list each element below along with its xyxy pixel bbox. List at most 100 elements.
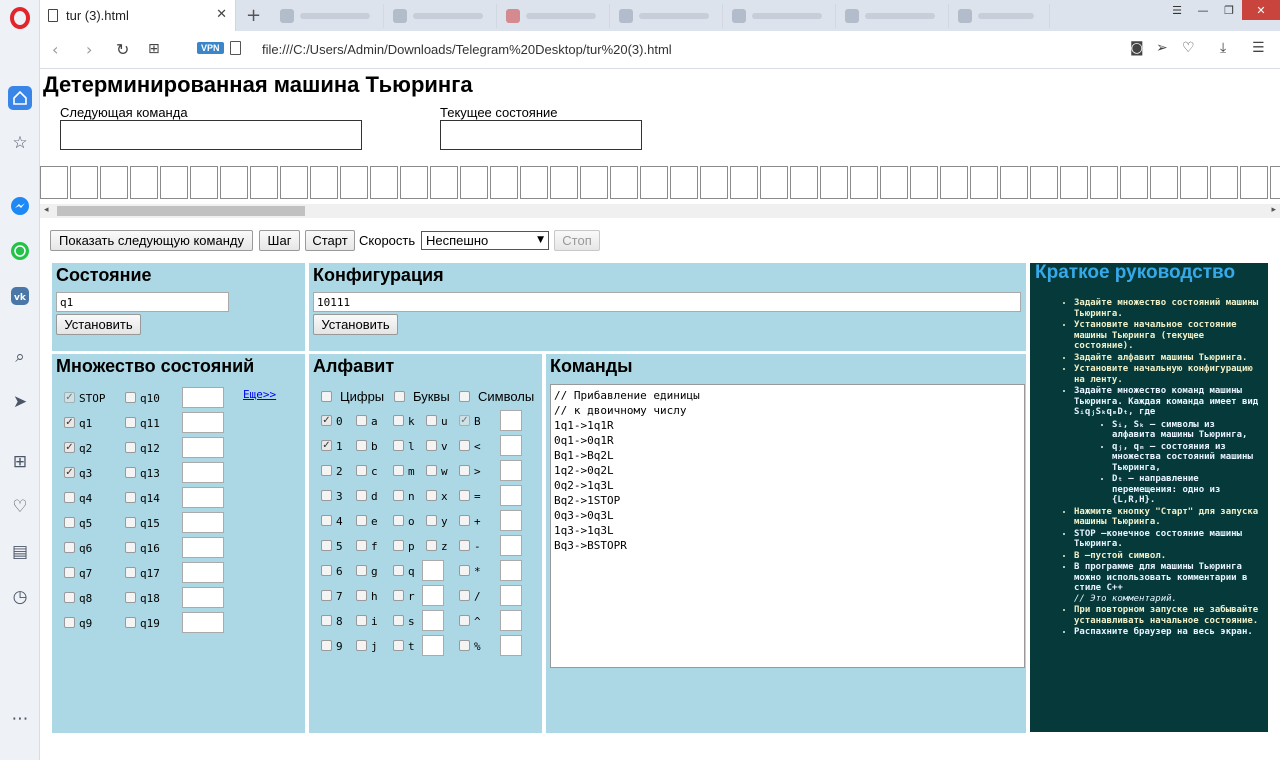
letter-checkbox[interactable] <box>393 540 404 551</box>
background-tab[interactable] <box>272 4 384 28</box>
commands-textarea[interactable]: // Прибавление единицы // к двоичному чи… <box>550 384 1025 668</box>
custom-symbol-input[interactable] <box>500 510 522 531</box>
vpn-badge[interactable]: VPN <box>197 42 224 54</box>
tape-cell[interactable] <box>220 166 248 199</box>
forward-icon[interactable]: › <box>86 40 92 59</box>
state-checkbox[interactable]: ✓ <box>64 417 75 428</box>
letters-group-checkbox[interactable] <box>394 391 405 402</box>
tape-cell[interactable] <box>1030 166 1058 199</box>
background-tab[interactable] <box>498 4 610 28</box>
state-checkbox[interactable] <box>64 592 75 603</box>
tape-cell[interactable] <box>1180 166 1208 199</box>
letter-checkbox[interactable] <box>426 515 437 526</box>
symbol-checkbox[interactable] <box>459 440 470 451</box>
url-field[interactable]: file:///C:/Users/Admin/Downloads/Telegra… <box>262 42 672 57</box>
tape-cell[interactable] <box>160 166 188 199</box>
tape-cell[interactable] <box>730 166 758 199</box>
custom-letter-input[interactable] <box>422 610 444 631</box>
custom-symbol-input[interactable] <box>500 485 522 506</box>
letter-checkbox[interactable] <box>356 515 367 526</box>
state-checkbox[interactable] <box>125 492 136 503</box>
symbol-checkbox[interactable] <box>459 640 470 651</box>
tab-active[interactable]: tur (3).html ✕ <box>40 0 236 31</box>
symbol-checkbox[interactable] <box>459 490 470 501</box>
digit-checkbox[interactable] <box>321 565 332 576</box>
letter-checkbox[interactable] <box>393 615 404 626</box>
back-icon[interactable]: ‹ <box>52 40 58 59</box>
symbol-checkbox[interactable] <box>459 565 470 576</box>
background-tab[interactable] <box>724 4 836 28</box>
letter-checkbox[interactable] <box>356 415 367 426</box>
tape-cell[interactable] <box>820 166 848 199</box>
digit-checkbox[interactable] <box>321 590 332 601</box>
tape-cell[interactable] <box>70 166 98 199</box>
digit-checkbox[interactable] <box>321 640 332 651</box>
tape-cell[interactable] <box>430 166 458 199</box>
state-name-input[interactable] <box>182 562 224 583</box>
tape-cell[interactable] <box>1090 166 1118 199</box>
tabs-grid-icon[interactable]: ⊞ <box>148 41 160 57</box>
configuration-input[interactable]: 10111 <box>313 292 1021 312</box>
letter-checkbox[interactable] <box>393 590 404 601</box>
letter-checkbox[interactable] <box>426 465 437 476</box>
stop-button[interactable]: Стоп <box>554 230 600 251</box>
digit-checkbox[interactable] <box>321 615 332 626</box>
state-checkbox[interactable]: ✓ <box>64 442 75 453</box>
tape-cell[interactable] <box>400 166 428 199</box>
state-name-input[interactable] <box>182 387 224 408</box>
letter-checkbox[interactable] <box>393 565 404 576</box>
state-name-input[interactable] <box>182 462 224 483</box>
custom-symbol-input[interactable] <box>500 460 522 481</box>
scrollbar-thumb[interactable] <box>57 206 305 216</box>
symbol-checkbox[interactable] <box>459 615 470 626</box>
messenger-icon[interactable] <box>8 194 32 218</box>
minimize-icon[interactable]: — <box>1190 0 1216 20</box>
letter-checkbox[interactable] <box>356 640 367 651</box>
letter-checkbox[interactable] <box>426 440 437 451</box>
start-button[interactable]: Старт <box>305 230 355 251</box>
tape-cell[interactable] <box>670 166 698 199</box>
symbol-checkbox[interactable] <box>459 465 470 476</box>
state-checkbox[interactable] <box>125 417 136 428</box>
custom-letter-input[interactable] <box>422 560 444 581</box>
tape-cell[interactable] <box>580 166 608 199</box>
close-tab-icon[interactable]: ✕ <box>216 7 227 22</box>
tape-cell[interactable] <box>250 166 278 199</box>
state-name-input[interactable] <box>182 412 224 433</box>
digit-checkbox[interactable]: ✓ <box>321 440 332 451</box>
more-states-link[interactable]: Еще>> <box>243 388 276 401</box>
opera-logo-icon[interactable] <box>8 6 32 30</box>
search-icon[interactable]: ⌕ <box>8 345 32 369</box>
background-tab[interactable] <box>837 4 949 28</box>
page-info-icon[interactable] <box>230 41 241 55</box>
letter-checkbox[interactable] <box>426 490 437 501</box>
letter-checkbox[interactable] <box>356 490 367 501</box>
custom-symbol-input[interactable] <box>500 435 522 456</box>
digit-checkbox[interactable] <box>321 540 332 551</box>
tape-cell[interactable] <box>970 166 998 199</box>
state-checkbox[interactable] <box>64 517 75 528</box>
state-checkbox[interactable] <box>125 567 136 578</box>
state-checkbox[interactable] <box>125 467 136 478</box>
tape-cell[interactable] <box>130 166 158 199</box>
custom-symbol-input[interactable] <box>500 610 522 631</box>
tape-cell[interactable] <box>1060 166 1088 199</box>
state-name-input[interactable] <box>182 437 224 458</box>
letter-checkbox[interactable] <box>393 415 404 426</box>
tab-menu-icon[interactable]: ☰ <box>1164 0 1190 20</box>
tape-cell[interactable] <box>340 166 368 199</box>
tape-cell[interactable] <box>40 166 68 199</box>
tape-cell[interactable] <box>1000 166 1028 199</box>
set-configuration-button[interactable]: Установить <box>313 314 398 335</box>
custom-symbol-input[interactable] <box>500 560 522 581</box>
letter-checkbox[interactable] <box>393 465 404 476</box>
letter-checkbox[interactable] <box>356 540 367 551</box>
send-icon[interactable]: ➤ <box>8 390 32 414</box>
bookmark-star-icon[interactable]: ☆ <box>8 131 32 155</box>
close-window-icon[interactable]: ✕ <box>1242 0 1280 20</box>
tape-cell[interactable] <box>850 166 878 199</box>
custom-symbol-input[interactable] <box>500 585 522 606</box>
tape-cell[interactable] <box>610 166 638 199</box>
state-checkbox[interactable] <box>64 492 75 503</box>
state-name-input[interactable] <box>182 487 224 508</box>
